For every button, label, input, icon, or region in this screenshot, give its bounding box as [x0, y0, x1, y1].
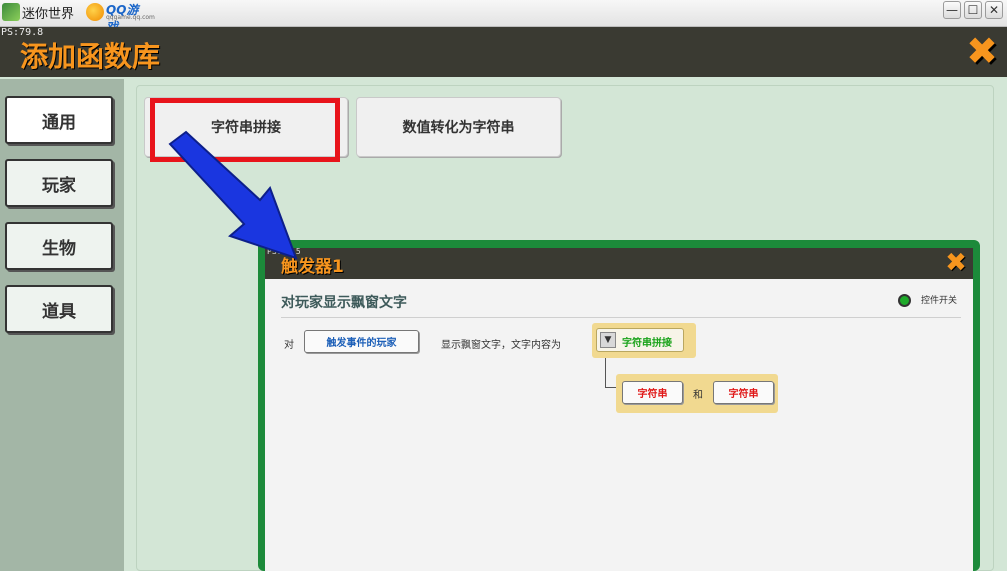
string-arg-2-button[interactable]: 字符串 [713, 381, 774, 404]
dialog-close-button[interactable]: ✖ [965, 32, 999, 70]
toggle-status-icon[interactable] [898, 294, 911, 307]
category-item-button[interactable]: 道具 [5, 285, 113, 333]
minimize-button[interactable]: — [943, 1, 961, 19]
qq-game-logo: QQ游戏 qqgame.qq.com [86, 1, 155, 34]
qq-game-url: qqgame.qq.com [106, 14, 155, 21]
trigger-header: PS:79.5 触发器1 ✖ [265, 247, 973, 279]
category-general-button[interactable]: 通用 [5, 96, 113, 144]
category-player-button[interactable]: 玩家 [5, 159, 113, 207]
window-controls: — ☐ ✕ [943, 1, 1003, 19]
divider [281, 317, 961, 318]
dialog-title: 添加函数库 [20, 40, 161, 73]
dropdown-arrow-icon[interactable]: ▼ [600, 332, 616, 348]
action-title: 对玩家显示飘窗文字 [281, 295, 407, 311]
trigger-panel: PS:79.5 触发器1 ✖ 对玩家显示飘窗文字 控件开关 对 触发事件的玩家 … [258, 240, 980, 571]
window-titlebar: 迷你世界 QQ游戏 qqgame.qq.com — ☐ ✕ [0, 0, 1007, 34]
concat-args-block: 字符串 和 字符串 [616, 374, 778, 413]
trigger-close-button[interactable]: ✖ [943, 249, 969, 277]
category-sidebar: 通用 玩家 生物 道具 [0, 79, 124, 571]
maximize-button[interactable]: ☐ [964, 1, 982, 19]
app-name: 迷你世界 [22, 7, 75, 22]
pointer-arrow-icon [168, 130, 298, 260]
qq-penguin-icon [86, 3, 104, 21]
trigger-body: 对玩家显示飘窗文字 控件开关 对 触发事件的玩家 显示飘窗文字，文字内容为 ▼ … [265, 279, 973, 571]
and-text: 和 [693, 390, 703, 401]
player-param-button[interactable]: 触发事件的玩家 [304, 330, 419, 353]
toggle-label: 控件开关 [921, 296, 958, 306]
concat-function-label: 字符串拼接 [622, 338, 672, 349]
dialog-header: PS:79.8 添加函数库 ✖ [0, 27, 1007, 77]
concat-function-selector[interactable]: ▼ 字符串拼接 [596, 328, 684, 352]
window-close-button[interactable]: ✕ [985, 1, 1003, 19]
string-arg-1-button[interactable]: 字符串 [622, 381, 683, 404]
concat-function-block: ▼ 字符串拼接 [592, 323, 696, 358]
app-logo-icon [2, 3, 20, 21]
prefix-text: 对 [284, 340, 294, 351]
category-creature-button[interactable]: 生物 [5, 222, 113, 270]
middle-text: 显示飘窗文字，文字内容为 [441, 340, 561, 351]
number-to-string-button[interactable]: 数值转化为字符串 [356, 97, 561, 157]
